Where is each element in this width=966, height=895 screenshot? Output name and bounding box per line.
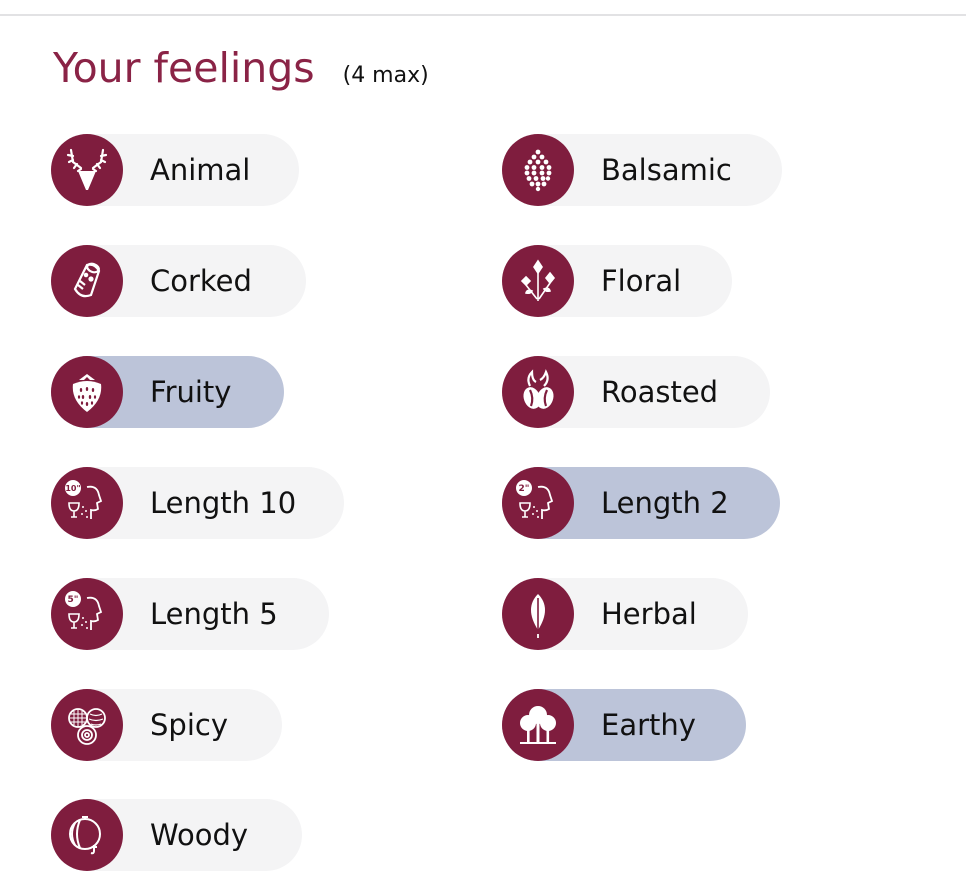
feeling-label: Earthy: [601, 708, 696, 742]
feeling-label: Spicy: [150, 708, 228, 742]
feeling-chip-length-2[interactable]: 2" Length 2: [502, 467, 780, 539]
flowers-icon: [502, 245, 574, 317]
feeling-label: Length 5: [150, 597, 278, 631]
feeling-chip-balsamic[interactable]: Balsamic: [502, 134, 782, 206]
feeling-label: Corked: [150, 264, 252, 298]
top-divider: [0, 14, 966, 16]
feeling-chip-woody[interactable]: Woody: [51, 799, 302, 871]
svg-text:10": 10": [65, 484, 80, 493]
feeling-chip-animal[interactable]: Animal: [51, 134, 299, 206]
section-title: Your feelings: [53, 44, 315, 92]
feeling-label: Herbal: [601, 597, 697, 631]
leaf-icon: [502, 578, 574, 650]
cork-icon: [51, 245, 123, 317]
feeling-chip-length-10[interactable]: 10" Length 10: [51, 467, 344, 539]
feeling-chip-roasted[interactable]: Roasted: [502, 356, 770, 428]
feeling-label: Length 10: [150, 486, 297, 520]
svg-text:2": 2": [519, 484, 530, 494]
feeling-chip-corked[interactable]: Corked: [51, 245, 306, 317]
feeling-label: Animal: [150, 153, 251, 187]
section-header: Your feelings (4 max): [53, 44, 429, 92]
coffee-bean-icon: [502, 356, 574, 428]
length-5-seconds-icon: 5": [51, 578, 123, 650]
feeling-chip-floral[interactable]: Floral: [502, 245, 732, 317]
feeling-chip-spicy[interactable]: Spicy: [51, 689, 282, 761]
length-10-seconds-icon: 10": [51, 467, 123, 539]
length-2-seconds-icon: 2": [502, 467, 574, 539]
feeling-label: Floral: [601, 264, 682, 298]
feeling-chip-fruity[interactable]: Fruity: [51, 356, 284, 428]
feeling-label: Balsamic: [601, 153, 732, 187]
max-selection-hint: (4 max): [342, 63, 429, 88]
feeling-label: Length 2: [601, 486, 729, 520]
feeling-label: Fruity: [150, 375, 232, 409]
strawberry-icon: [51, 356, 123, 428]
svg-text:5": 5": [68, 595, 79, 605]
deer-head-icon: [51, 134, 123, 206]
feeling-chip-herbal[interactable]: Herbal: [502, 578, 748, 650]
pine-cone-icon: [502, 134, 574, 206]
feeling-label: Woody: [150, 818, 249, 852]
feeling-label: Roasted: [601, 375, 719, 409]
trees-icon: [502, 689, 574, 761]
spices-icon: [51, 689, 123, 761]
feeling-chip-earthy[interactable]: Earthy: [502, 689, 746, 761]
feeling-chip-length-5[interactable]: 5" Length 5: [51, 578, 329, 650]
barrel-icon: [51, 799, 123, 871]
